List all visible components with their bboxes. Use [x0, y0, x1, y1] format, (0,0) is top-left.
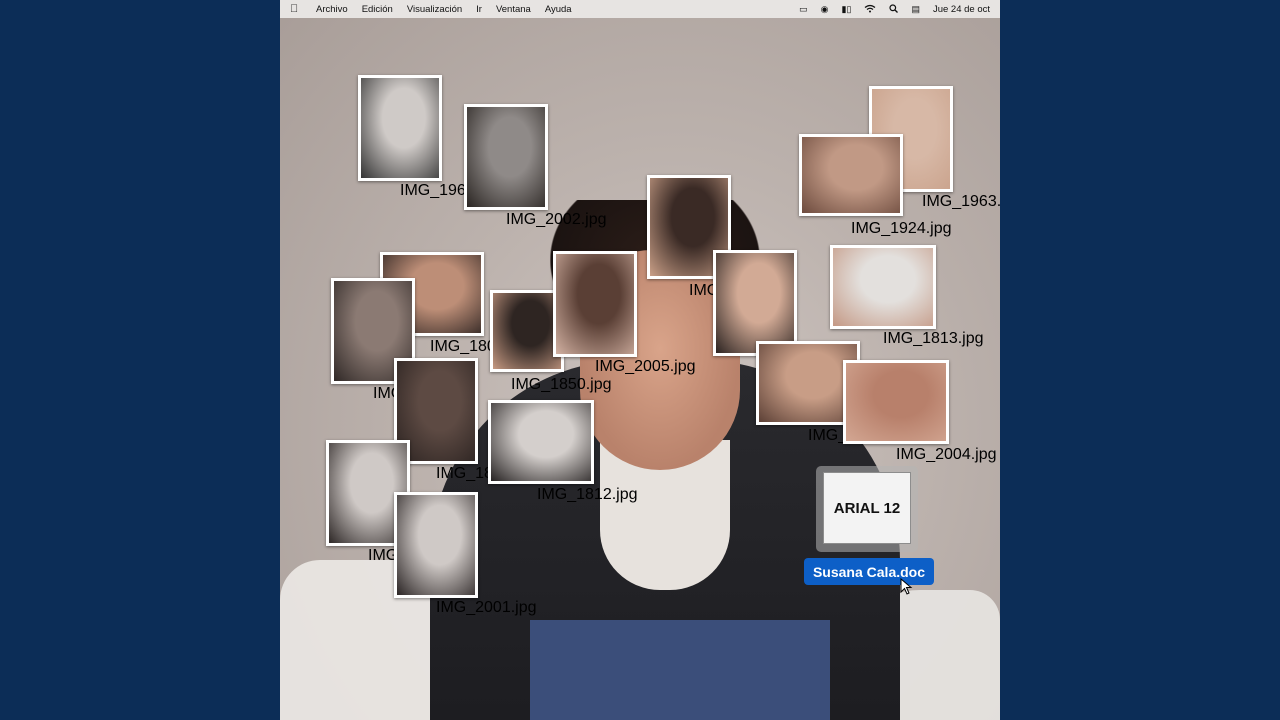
photo-thumbnail: [488, 400, 594, 484]
photo-file-icon[interactable]: [358, 75, 442, 181]
photo-filename-label[interactable]: IMG_2004.jpg: [896, 446, 997, 464]
menu-edicion[interactable]: Edición: [362, 4, 393, 15]
photo-thumbnail: [358, 75, 442, 181]
photo-filename-label[interactable]: IMG_1812.jpg: [537, 486, 638, 504]
menu-ventana[interactable]: Ventana: [496, 4, 531, 15]
menu-ir[interactable]: Ir: [476, 4, 482, 15]
photo-filename-label[interactable]: IMG_1813.jpg: [883, 330, 984, 348]
mouse-cursor-icon: [900, 578, 913, 595]
photo-image: [833, 248, 933, 326]
photo-file-icon[interactable]: [553, 251, 637, 357]
photo-image: [556, 254, 634, 354]
photo-filename-label[interactable]: IMG_1850.jpg: [511, 376, 612, 394]
photo-image: [716, 253, 794, 353]
photo-file-icon[interactable]: [843, 360, 949, 444]
control-center-icon[interactable]: ▤: [911, 4, 920, 15]
document-preview: ARIAL 12: [823, 472, 911, 544]
photo-thumbnail: [799, 134, 903, 216]
menu-archivo[interactable]: Archivo: [316, 4, 348, 15]
photo-image: [802, 137, 900, 213]
record-icon[interactable]: ◉: [821, 4, 829, 15]
photo-filename-label[interactable]: IMG_1963.jpg: [922, 193, 1000, 211]
document-file-icon[interactable]: ARIAL 12: [816, 466, 918, 552]
photo-file-icon[interactable]: [830, 245, 936, 329]
battery-icon[interactable]: ▮▯: [842, 4, 852, 15]
photo-file-icon[interactable]: [464, 104, 548, 210]
wallpaper-jeans: [530, 620, 830, 720]
photo-image: [846, 363, 946, 441]
menu-visualizacion[interactable]: Visualización: [407, 4, 462, 15]
photo-image: [467, 107, 545, 207]
photo-file-icon[interactable]: [799, 134, 903, 216]
photo-filename-label[interactable]: IMG_2005.jpg: [595, 358, 696, 376]
menubar-clock[interactable]: Jue 24 de oct: [933, 4, 990, 15]
wifi-icon[interactable]: [864, 4, 876, 15]
photo-filename-label[interactable]: IMG_2001.jpg: [436, 599, 537, 617]
photo-file-icon[interactable]: [488, 400, 594, 484]
photo-thumbnail: [553, 251, 637, 357]
photo-thumbnail: [830, 245, 936, 329]
photo-filename-label[interactable]: IMG_1924.jpg: [851, 220, 952, 238]
photo-image: [361, 78, 439, 178]
photo-thumbnail: [464, 104, 548, 210]
photo-filename-label[interactable]: IMG_2002.jpg: [506, 211, 607, 229]
document-preview-text: ARIAL 12: [833, 499, 901, 517]
photo-file-icon[interactable]: [394, 492, 478, 598]
document-filename-label[interactable]: Susana Cala.doc: [804, 558, 934, 585]
display-icon[interactable]: ▭: [799, 4, 808, 15]
menu-bar:  Archivo Edición Visualización Ir Venta…: [280, 0, 1000, 18]
photo-image: [491, 403, 591, 481]
photo-thumbnail: [394, 492, 478, 598]
search-icon[interactable]: [889, 3, 899, 15]
menu-ayuda[interactable]: Ayuda: [545, 4, 572, 15]
photo-image: [493, 293, 561, 369]
photo-thumbnail: [843, 360, 949, 444]
apple-menu-icon[interactable]: : [290, 3, 304, 15]
photo-image: [397, 495, 475, 595]
desktop-screen:  Archivo Edición Visualización Ir Venta…: [280, 0, 1000, 720]
